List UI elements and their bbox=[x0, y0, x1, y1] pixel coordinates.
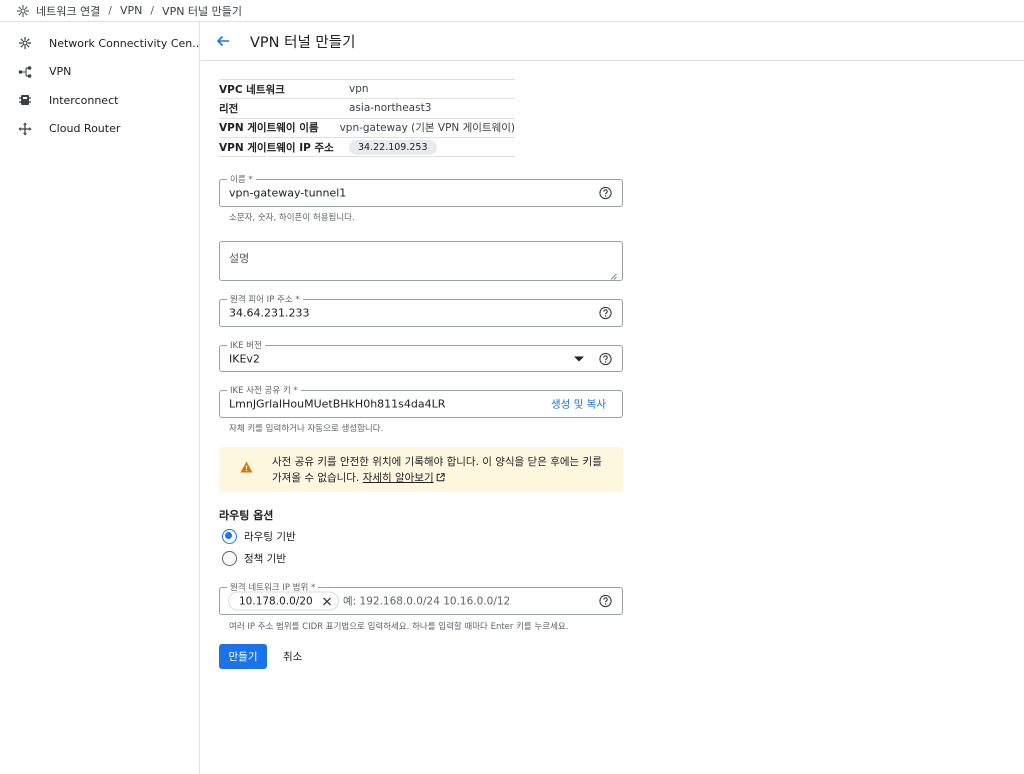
name-hint: 소문자, 숫자, 하이픈이 허용됩니다. bbox=[229, 213, 355, 223]
gateway-ip-chip: 34.22.109.253 bbox=[349, 140, 437, 156]
sidebar-item-interconnect[interactable]: Interconnect bbox=[0, 86, 199, 115]
help-icon[interactable] bbox=[599, 594, 612, 608]
hub-icon bbox=[18, 36, 32, 50]
shared-key-field[interactable]: IKE 사전 공유 키 * LmnJGrlaIHouMUetBHkH0h811s… bbox=[219, 384, 623, 418]
range-chip-label: 10.178.0.0/20 bbox=[239, 595, 313, 607]
info-key: 리전 bbox=[219, 102, 239, 115]
generate-copy-button[interactable]: 생성 및 복사 bbox=[551, 397, 606, 412]
name-input[interactable]: vpn-gateway-tunnel1 bbox=[229, 187, 346, 200]
page-title: VPN 터널 만들기 bbox=[250, 34, 356, 51]
info-row: VPC 네트워크 vpn bbox=[219, 80, 515, 100]
breadcrumb-separator: / bbox=[150, 4, 155, 17]
info-row: 리전 asia-northeast3 bbox=[219, 99, 515, 119]
sidebar-item-label: Network Connectivity Cen... bbox=[49, 36, 199, 50]
info-key: VPN 게이트웨이 IP 주소 bbox=[219, 141, 334, 154]
remote-ranges-input[interactable]: 예: 192.168.0.0/24 10.16.0.0/12 bbox=[343, 594, 510, 609]
dropdown-arrow-icon[interactable] bbox=[574, 356, 584, 361]
info-value: asia-northeast3 bbox=[349, 102, 432, 115]
interconnect-icon bbox=[18, 93, 32, 107]
info-value: vpn bbox=[349, 83, 369, 96]
peer-ip-input[interactable]: 34.64.231.233 bbox=[229, 307, 309, 320]
gateway-info-table: VPC 네트워크 vpn 리전 asia-northeast3 VPN 게이트웨… bbox=[219, 79, 515, 158]
resize-handle-icon[interactable] bbox=[610, 269, 617, 280]
info-row: VPN 게이트웨이 IP 주소 34.22.109.253 bbox=[219, 138, 515, 158]
create-button[interactable]: 만들기 bbox=[219, 644, 267, 669]
ike-version-label: IKE 버전 bbox=[227, 339, 265, 351]
info-row: VPN 게이트웨이 이름 vpn-gateway (기본 VPN 게이트웨이) bbox=[219, 119, 515, 138]
info-key: VPN 게이트웨이 이름 bbox=[219, 122, 319, 135]
warning-banner: 사전 공유 키를 안전한 위치에 기록해야 합니다. 이 양식을 닫은 후에는 … bbox=[219, 447, 623, 492]
name-label: 이름 * bbox=[227, 173, 256, 185]
ike-version-value: IKEv2 bbox=[229, 352, 260, 365]
info-value: vpn-gateway (기본 VPN 게이트웨이) bbox=[339, 122, 515, 135]
sidebar-item-label: Cloud Router bbox=[49, 122, 121, 136]
remote-ranges-field[interactable]: 원격 네트워크 IP 범위 * 10.178.0.0/20 예: 192.168… bbox=[219, 581, 623, 615]
radio-label: 라우팅 기반 bbox=[244, 531, 296, 543]
external-link-icon bbox=[436, 472, 445, 482]
range-chip[interactable]: 10.178.0.0/20 bbox=[228, 591, 339, 611]
info-key: VPC 네트워크 bbox=[219, 83, 285, 96]
help-icon[interactable] bbox=[599, 352, 612, 365]
sidebar-item-cloud-router[interactable]: Cloud Router bbox=[0, 115, 199, 144]
peer-ip-field[interactable]: 원격 피어 IP 주소 * 34.64.231.233 bbox=[219, 293, 623, 327]
help-icon[interactable] bbox=[599, 306, 612, 320]
routing-based-radio[interactable]: 라우팅 기반 bbox=[222, 529, 296, 544]
sidebar-item-label: VPN bbox=[49, 65, 72, 79]
policy-based-radio[interactable]: 정책 기반 bbox=[222, 551, 286, 566]
page-header: VPN 터널 만들기 bbox=[201, 22, 1024, 61]
shared-key-label: IKE 사전 공유 키 * bbox=[227, 384, 301, 396]
description-field[interactable]: 설명 bbox=[219, 241, 623, 281]
vpn-icon bbox=[18, 65, 32, 79]
sidebar-item-ncc[interactable]: Network Connectivity Cen... bbox=[0, 29, 199, 58]
name-field[interactable]: 이름 * vpn-gateway-tunnel1 bbox=[219, 173, 623, 207]
radio-selected-icon[interactable] bbox=[222, 529, 237, 544]
learn-more-link[interactable]: 자세히 알아보기 bbox=[363, 472, 445, 484]
shared-key-hint: 자체 키를 입력하거나 자동으로 생성합니다. bbox=[229, 424, 384, 434]
remote-ranges-hint: 여러 IP 주소 범위를 CIDR 표기법으로 입력하세요. 하나를 입력할 때… bbox=[229, 622, 569, 632]
cancel-button[interactable]: 취소 bbox=[275, 644, 310, 669]
router-icon bbox=[18, 122, 32, 136]
peer-ip-label: 원격 피어 IP 주소 * bbox=[227, 293, 303, 305]
radio-unselected-icon[interactable] bbox=[222, 551, 237, 566]
help-icon[interactable] bbox=[599, 186, 612, 200]
routing-options-title: 라우팅 옵션 bbox=[219, 509, 274, 522]
warning-icon bbox=[240, 461, 253, 473]
shared-key-input[interactable]: LmnJGrlaIHouMUetBHkH0h811s4da4LR bbox=[229, 398, 445, 411]
warning-message: 사전 공유 키를 안전한 위치에 기록해야 합니다. 이 양식을 닫은 후에는 … bbox=[272, 455, 614, 486]
description-input[interactable]: 설명 bbox=[229, 250, 249, 266]
breadcrumb-item-network[interactable]: 네트워크 연결 bbox=[36, 3, 100, 19]
close-icon[interactable] bbox=[322, 596, 332, 606]
breadcrumb-separator: / bbox=[108, 4, 112, 17]
hub-icon bbox=[16, 4, 30, 18]
breadcrumb: 네트워크 연결 / VPN / VPN 터널 만들기 bbox=[0, 0, 1024, 22]
breadcrumb-item-current: VPN 터널 만들기 bbox=[162, 4, 243, 18]
sidebar-item-vpn[interactable]: VPN bbox=[0, 58, 199, 87]
back-arrow-icon[interactable] bbox=[215, 33, 231, 49]
radio-label: 정책 기반 bbox=[244, 553, 286, 565]
sidebar-item-label: Interconnect bbox=[49, 93, 119, 107]
ike-version-select[interactable]: IKE 버전 IKEv2 bbox=[219, 339, 623, 372]
sidebar: Network Connectivity Cen... VPN Intercon… bbox=[0, 22, 200, 774]
breadcrumb-item-vpn[interactable]: VPN bbox=[120, 4, 142, 17]
